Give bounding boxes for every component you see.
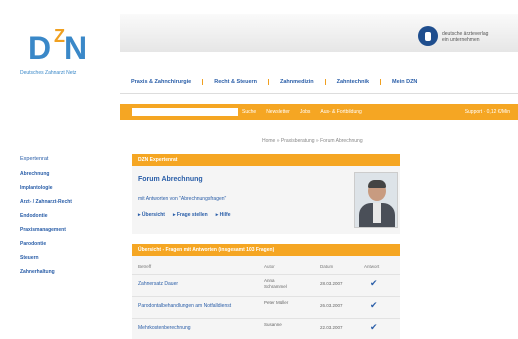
row-author: Anna Schrammel bbox=[264, 278, 287, 289]
logo-subtitle: Deutsches Zahnarzt Netz bbox=[20, 70, 77, 76]
nav-item-zahntechnik[interactable]: Zahntechnik bbox=[326, 78, 382, 85]
column-header-date: Datum bbox=[320, 264, 334, 269]
answered-check-icon: ✔ bbox=[370, 300, 378, 310]
nav-item-mein-dzn[interactable]: Mein DZN bbox=[381, 79, 428, 85]
search-button[interactable]: Suche bbox=[242, 109, 256, 115]
help-link-label: Hilfe bbox=[219, 212, 231, 218]
overview-link-label: Übersicht bbox=[141, 212, 165, 218]
table-row[interactable]: Zahnersatz Dauer Anna Schrammel 28.03.20… bbox=[132, 274, 400, 294]
questions-panel-header: Übersicht - Fragen mit Antworten (insges… bbox=[132, 244, 400, 256]
sidebar-item-praxismanagement[interactable]: Praxismanagement bbox=[20, 227, 110, 241]
publisher-brand[interactable]: deutsche ärzteverlag ein unternehmen bbox=[412, 22, 518, 48]
sidebar-item-implantologie[interactable]: Implantologie bbox=[20, 185, 110, 199]
column-header-subject: Betreff bbox=[138, 264, 152, 269]
toolbar-link-jobs[interactable]: Jobs bbox=[300, 109, 311, 115]
expert-photo bbox=[354, 172, 398, 228]
answered-check-icon: ✔ bbox=[370, 322, 378, 332]
table-row[interactable]: Parodontalbehandlungen am Notfalldienst … bbox=[132, 296, 400, 316]
table-row[interactable]: Mehrkostenberechnung Susanne 22.03.2007 … bbox=[132, 318, 400, 338]
answered-check-icon: ✔ bbox=[370, 278, 378, 288]
forum-actions: ▸ Übersicht ▸ Frage stellen ▸ Hilfe bbox=[138, 212, 230, 218]
expert-panel: DZN Expertenrat Forum Abrechnung mit Ant… bbox=[132, 154, 400, 234]
overview-link[interactable]: ▸ Übersicht bbox=[138, 212, 165, 218]
sidebar-item-steuern[interactable]: Steuern bbox=[20, 255, 110, 269]
nav-item-praxis[interactable]: Praxis & Zahnchirurgie bbox=[120, 78, 204, 85]
sidebar-item-recht[interactable]: Arzt- / Zahnarzt-Recht bbox=[20, 199, 110, 213]
column-header-answer: Antwort bbox=[364, 264, 380, 269]
publisher-text: deutsche ärzteverlag ein unternehmen bbox=[442, 31, 488, 43]
help-link[interactable]: ▸ Hilfe bbox=[216, 212, 231, 218]
ask-question-link[interactable]: ▸ Frage stellen bbox=[173, 212, 208, 218]
logo-letter-n: N bbox=[64, 30, 88, 66]
row-date: 22.03.2007 bbox=[320, 325, 343, 330]
publisher-line-2: ein unternehmen bbox=[442, 37, 480, 43]
row-title[interactable]: Parodontalbehandlungen am Notfalldienst bbox=[138, 303, 231, 309]
main-navigation: Praxis & Zahnchirurgie Recht & Steuern Z… bbox=[120, 70, 518, 94]
row-author: Peter Müller bbox=[264, 300, 289, 305]
nav-item-zahnmedizin[interactable]: Zahnmedizin bbox=[269, 78, 326, 85]
sidebar-item-zahnerhaltung[interactable]: Zahnerhaltung bbox=[20, 269, 110, 283]
column-header-author: Autor bbox=[264, 264, 275, 269]
ask-question-link-label: Frage stellen bbox=[176, 212, 208, 218]
toolbar-link-support[interactable]: Support · 0,12 €/Min bbox=[465, 109, 510, 115]
row-title[interactable]: Mehrkostenberechnung bbox=[138, 325, 191, 331]
publisher-logo-icon bbox=[418, 26, 438, 46]
row-title[interactable]: Zahnersatz Dauer bbox=[138, 281, 178, 287]
row-date: 28.03.2007 bbox=[320, 281, 343, 286]
sidebar-item-endodontie[interactable]: Endodontie bbox=[20, 213, 110, 227]
photo-shirt-shape bbox=[373, 203, 381, 223]
logo-letter-d: D bbox=[28, 30, 51, 66]
questions-panel: Übersicht - Fragen mit Antworten (insges… bbox=[132, 244, 400, 339]
sidebar-title: Expertenrat bbox=[20, 156, 49, 162]
toolbar-link-newsletter[interactable]: Newsletter bbox=[266, 109, 290, 115]
row-date: 26.03.2007 bbox=[320, 303, 343, 308]
nav-item-recht[interactable]: Recht & Steuern bbox=[203, 78, 270, 85]
forum-description[interactable]: mit Antworten von "Abrechnungsfragen" bbox=[138, 196, 226, 202]
photo-hair-shape bbox=[368, 180, 386, 188]
dzn-logo[interactable]: D Z N Deutsches Zahnarzt Netz bbox=[20, 20, 100, 82]
forum-title: Forum Abrechnung bbox=[138, 176, 203, 183]
sidebar-item-parodontie[interactable]: Parodontie bbox=[20, 241, 110, 255]
sidebar-item-abrechnung[interactable]: Abrechnung bbox=[20, 171, 110, 185]
sidebar: Expertenrat Abrechnung Implantologie Arz… bbox=[20, 156, 110, 283]
search-input[interactable] bbox=[132, 108, 238, 116]
breadcrumb[interactable]: Home » Praxisberatung » Forum Abrechnung bbox=[262, 138, 363, 144]
search-toolbar: Suche Newsletter Jobs Aus- & Fortbildung… bbox=[120, 104, 518, 120]
toolbar-link-fortbildung[interactable]: Aus- & Fortbildung bbox=[320, 109, 361, 115]
row-author: Susanne bbox=[264, 322, 282, 327]
expert-panel-header: DZN Expertenrat bbox=[132, 154, 400, 166]
